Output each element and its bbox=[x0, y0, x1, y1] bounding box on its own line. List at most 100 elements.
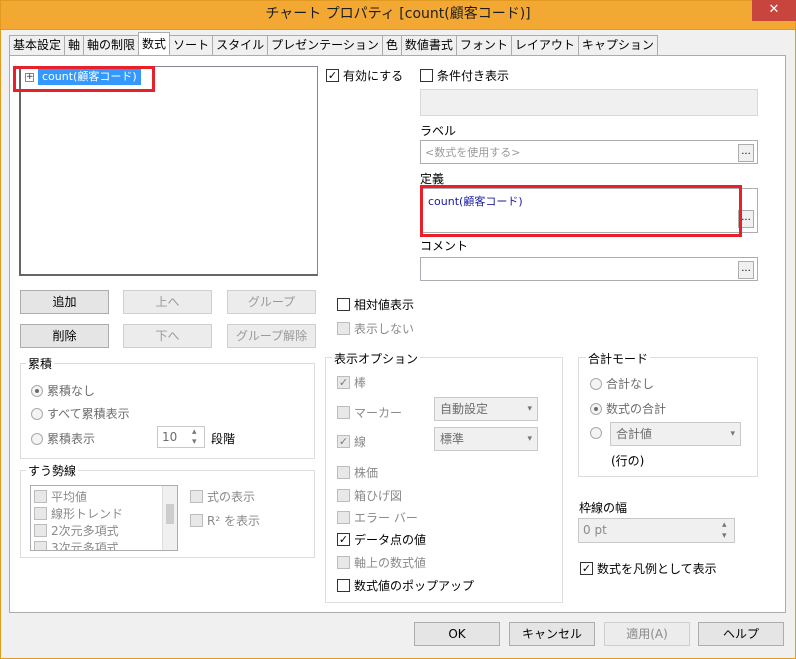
label-placeholder: <数式を使用する> bbox=[425, 146, 521, 159]
close-button[interactable]: ✕ bbox=[752, 0, 796, 21]
accum-show-label: 累積表示 bbox=[47, 432, 96, 446]
check-icon: ✓ bbox=[326, 69, 339, 82]
checkbox-box bbox=[337, 298, 350, 311]
marker-value: 自動設定 bbox=[440, 402, 489, 416]
tab-font[interactable]: フォント bbox=[455, 35, 512, 55]
spin-up-icon[interactable]: ▴ bbox=[722, 520, 727, 530]
tab-caption[interactable]: キャプション bbox=[577, 35, 658, 55]
enabled-label: 有効にする bbox=[343, 69, 404, 83]
error-bar-checkbox[interactable]: エラー バー bbox=[337, 509, 418, 526]
line-value: 標準 bbox=[440, 432, 465, 446]
spin-up-icon[interactable]: ▴ bbox=[192, 427, 197, 437]
marker-dropdown[interactable]: 自動設定 ▾ bbox=[434, 397, 538, 421]
accum-none-label: 累積なし bbox=[47, 384, 96, 398]
legend-checkbox[interactable]: ✓ 数式を凡例として表示 bbox=[580, 560, 717, 577]
cancel-button[interactable]: キャンセル bbox=[509, 622, 595, 646]
tab-axis[interactable]: 軸 bbox=[64, 35, 85, 55]
ungroup-button[interactable]: グループ解除 bbox=[227, 324, 316, 348]
accum-none-radio[interactable]: 累積なし bbox=[31, 382, 95, 399]
conditional-checkbox[interactable]: 条件付き表示 bbox=[420, 67, 509, 84]
comment-title: コメント bbox=[420, 239, 469, 253]
bar-label: 棒 bbox=[354, 376, 367, 390]
total-value-radio[interactable] bbox=[590, 427, 606, 439]
delete-button[interactable]: 削除 bbox=[20, 324, 109, 348]
popup-checkbox[interactable]: 数式値のポップアップ bbox=[337, 577, 474, 594]
total-value-label: 合計値 bbox=[616, 427, 653, 441]
accum-all-radio[interactable]: すべて累積表示 bbox=[31, 405, 130, 422]
trend-item[interactable]: 2次元多項式 bbox=[34, 522, 119, 539]
tab-number-format[interactable]: 数値書式 bbox=[400, 35, 457, 55]
spin-down-icon[interactable]: ▾ bbox=[722, 531, 727, 541]
tab-presentation[interactable]: プレゼンテーション bbox=[267, 35, 383, 55]
highlight-box-definition bbox=[420, 185, 742, 237]
up-button[interactable]: 上へ bbox=[123, 290, 212, 314]
accum-steps-value: 10 bbox=[162, 430, 178, 444]
trend-item-label: 2次元多項式 bbox=[51, 524, 119, 538]
relative-label: 相対値表示 bbox=[354, 298, 415, 312]
accum-steps-spinner[interactable]: 10 ▴ ▾ bbox=[157, 426, 205, 448]
border-width-spinner[interactable]: 0 pt ▴ ▾ bbox=[578, 518, 735, 543]
tab-sort[interactable]: ソート bbox=[169, 35, 214, 55]
scrollbar-thumb[interactable] bbox=[166, 504, 174, 524]
total-rows-label: (行の) bbox=[611, 454, 645, 468]
tab-strip: 基本設定 軸 軸の制限 数式 ソート スタイル プレゼンテーション 色 数値書式… bbox=[9, 32, 658, 55]
label-field[interactable]: <数式を使用する> bbox=[420, 140, 758, 164]
data-values-checkbox[interactable]: ✓ データ点の値 bbox=[337, 531, 426, 548]
display-options-title: 表示オプション bbox=[332, 350, 421, 367]
down-button[interactable]: 下へ bbox=[123, 324, 212, 348]
comment-ellipsis-button[interactable]: ... bbox=[738, 261, 754, 279]
stock-checkbox[interactable]: 株価 bbox=[337, 464, 378, 481]
line-dropdown[interactable]: 標準 ▾ bbox=[434, 427, 538, 451]
checkbox-box bbox=[337, 511, 350, 524]
relative-checkbox[interactable]: 相対値表示 bbox=[337, 296, 414, 313]
condition-field bbox=[420, 89, 758, 116]
boxplot-checkbox[interactable]: 箱ひげ図 bbox=[337, 487, 402, 504]
show-expression-label: 式の表示 bbox=[207, 490, 256, 504]
trend-item[interactable]: 平均値 bbox=[34, 488, 87, 505]
tab-basic[interactable]: 基本設定 bbox=[9, 35, 66, 55]
group-button[interactable]: グループ bbox=[227, 290, 316, 314]
tab-color[interactable]: 色 bbox=[381, 35, 402, 55]
tab-style[interactable]: スタイル bbox=[212, 35, 269, 55]
trendline-list[interactable]: 平均値 線形トレンド 2次元多項式 3次元多項式 bbox=[30, 485, 178, 551]
scrollbar[interactable] bbox=[162, 486, 177, 550]
show-r2-checkbox[interactable]: R² を表示 bbox=[190, 512, 260, 529]
line-label: 線 bbox=[354, 435, 367, 449]
show-expression-checkbox[interactable]: 式の表示 bbox=[190, 488, 255, 505]
line-checkbox[interactable]: ✓ 線 bbox=[337, 433, 366, 450]
trend-item[interactable]: 3次元多項式 bbox=[34, 539, 119, 550]
tab-layout[interactable]: レイアウト bbox=[510, 35, 579, 55]
boxplot-label: 箱ひげ図 bbox=[354, 489, 403, 503]
checkbox-box bbox=[34, 507, 47, 520]
legend-label: 数式を凡例として表示 bbox=[597, 562, 717, 576]
total-none-radio[interactable]: 合計なし bbox=[590, 375, 654, 392]
help-button[interactable]: ヘルプ bbox=[698, 622, 784, 646]
error-bar-label: エラー バー bbox=[354, 511, 418, 525]
total-value-dropdown[interactable]: 合計値 ▾ bbox=[610, 422, 741, 446]
spin-down-icon[interactable]: ▾ bbox=[192, 437, 197, 447]
marker-checkbox[interactable]: マーカー bbox=[337, 404, 402, 421]
checkbox-box bbox=[190, 514, 203, 527]
border-width-value: 0 pt bbox=[583, 523, 607, 537]
trend-item[interactable]: 線形トレンド bbox=[34, 505, 123, 522]
label-ellipsis-button[interactable]: ... bbox=[738, 144, 754, 162]
bar-checkbox[interactable]: ✓ 棒 bbox=[337, 374, 366, 391]
accum-show-radio[interactable]: 累積表示 bbox=[31, 430, 95, 447]
radio-dot bbox=[31, 384, 43, 397]
axis-values-checkbox[interactable]: 軸上の数式値 bbox=[337, 554, 426, 571]
add-button[interactable]: 追加 bbox=[20, 290, 109, 314]
trend-item-label: 平均値 bbox=[51, 490, 88, 504]
total-mode-title: 合計モード bbox=[586, 350, 651, 367]
show-r2-label: R² を表示 bbox=[207, 514, 260, 528]
hide-checkbox[interactable]: 表示しない bbox=[337, 320, 414, 337]
checkbox-box bbox=[34, 490, 47, 503]
comment-field[interactable] bbox=[420, 257, 758, 281]
ok-button[interactable]: OK bbox=[414, 622, 500, 646]
tab-expressions[interactable]: 数式 bbox=[138, 32, 171, 55]
tab-axis-limits[interactable]: 軸の制限 bbox=[83, 35, 140, 55]
enabled-checkbox[interactable]: ✓ 有効にする bbox=[326, 67, 403, 84]
apply-button[interactable]: 適用(A) bbox=[604, 622, 690, 646]
expression-tree[interactable] bbox=[19, 66, 318, 276]
border-width-title: 枠線の幅 bbox=[579, 501, 628, 515]
total-sum-radio[interactable]: 数式の合計 bbox=[590, 400, 666, 417]
